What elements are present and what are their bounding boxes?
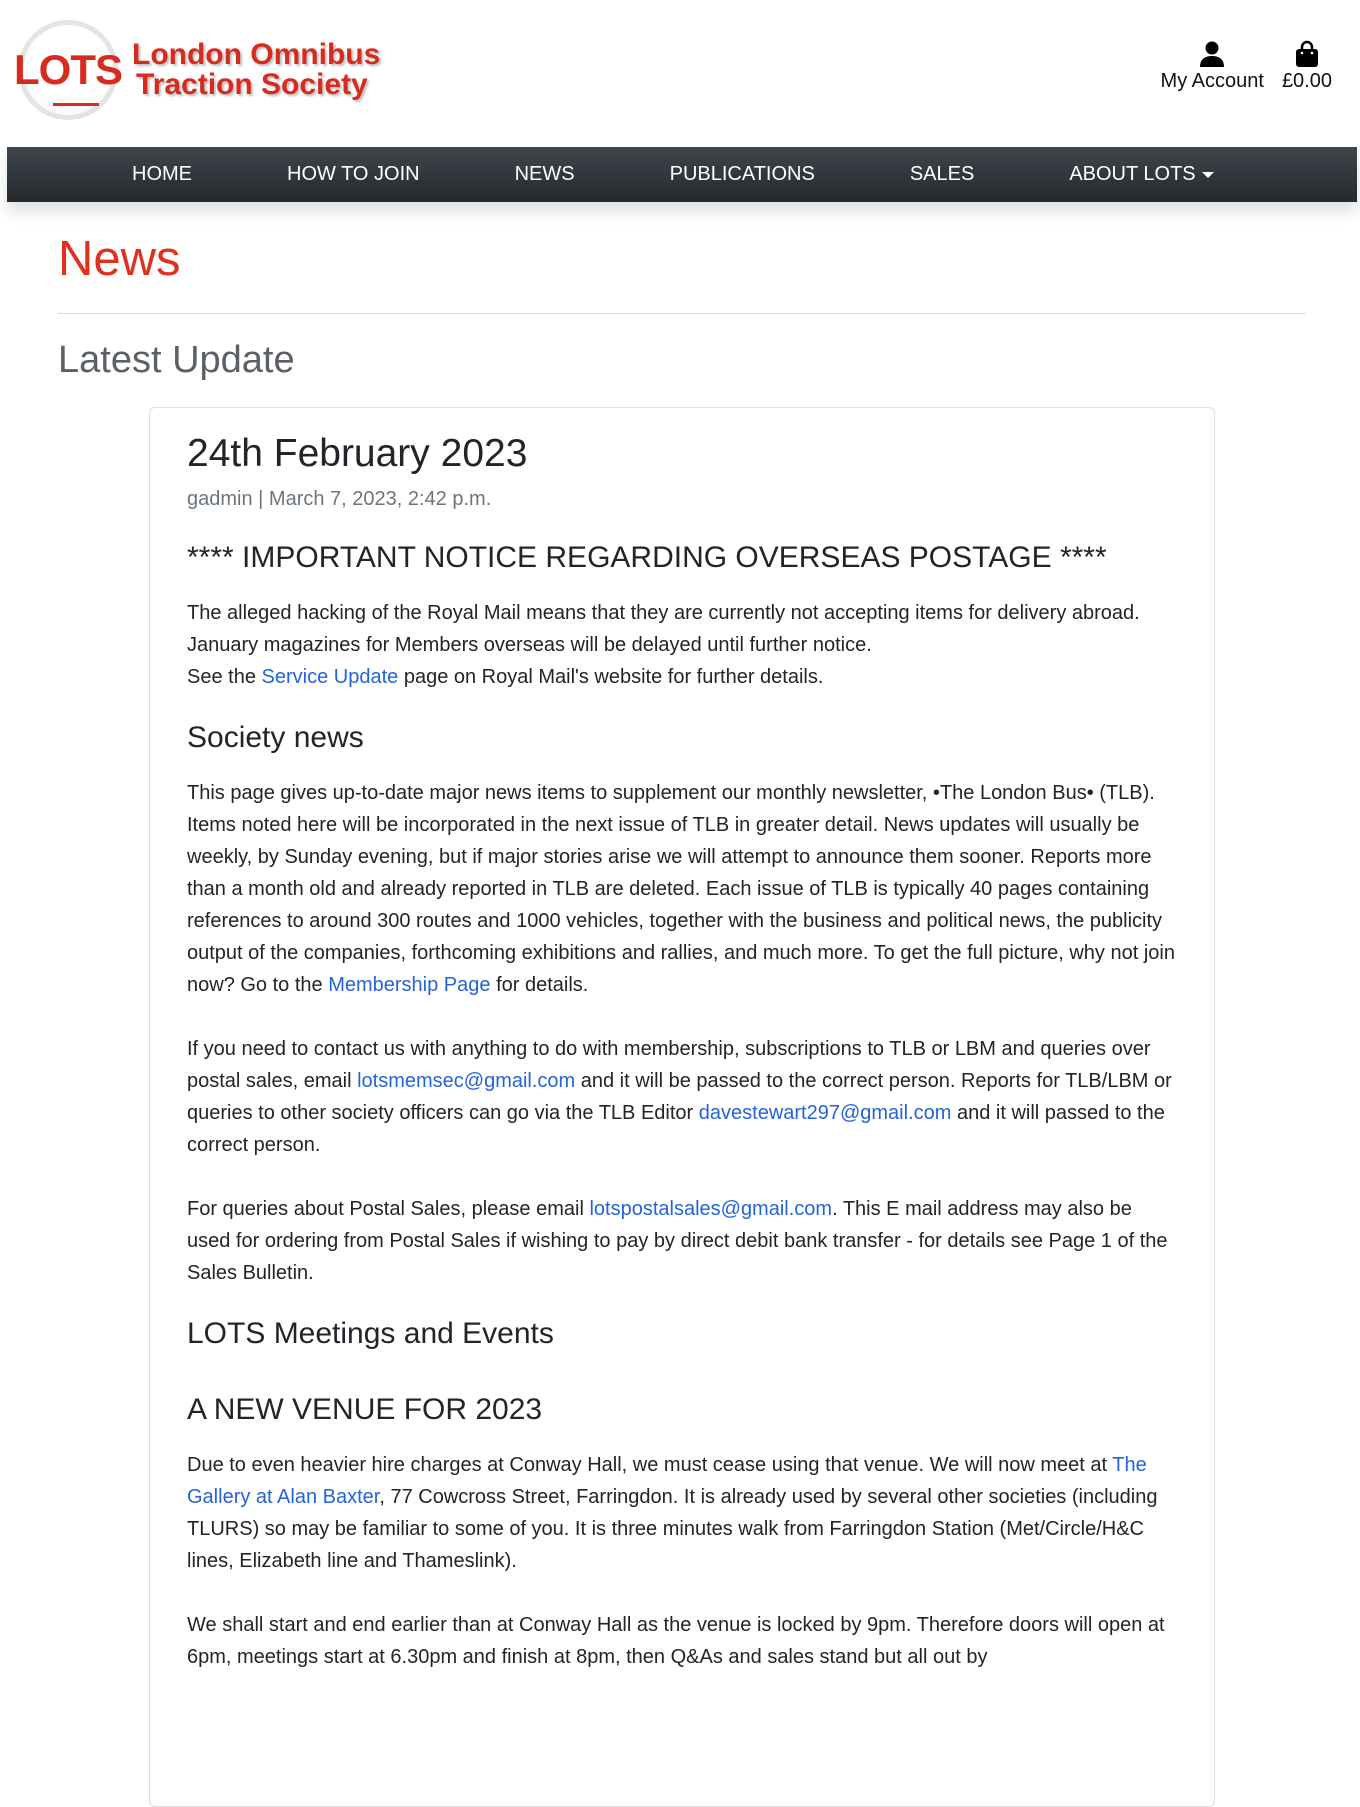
- user-icon: [1200, 41, 1225, 67]
- logo-badge: LOTS: [14, 20, 123, 120]
- notice-see-text: See the: [187, 666, 262, 688]
- logo-badge-text: LOTS: [14, 46, 123, 93]
- cart-link[interactable]: £0.00: [1282, 40, 1332, 93]
- society-news-heading: Society news: [187, 721, 364, 754]
- notice-text: The alleged hacking of the Royal Mail me…: [187, 602, 1140, 656]
- nav-publications[interactable]: PUBLICATIONS: [670, 163, 815, 186]
- page-title: News: [58, 232, 181, 286]
- news-post-card: 24th February 2023 gadmin | March 7, 202…: [149, 407, 1215, 1807]
- caret-down-icon: [1201, 171, 1214, 178]
- title-divider: [58, 313, 1306, 314]
- nav-how-to-join[interactable]: HOW TO JOIN: [287, 163, 420, 186]
- meetings-heading: LOTS Meetings and Events: [187, 1317, 554, 1350]
- nav-news[interactable]: NEWS: [515, 163, 575, 186]
- site-header: LOTS London Omnibus Traction Society My …: [0, 0, 1360, 147]
- nav-about-lots[interactable]: ABOUT LOTS: [1069, 163, 1214, 186]
- logo-line-1: London Omnibus: [132, 38, 381, 71]
- notice-heading: **** IMPORTANT NOTICE REGARDING OVERSEAS…: [187, 541, 1107, 574]
- membership-page-link[interactable]: Membership Page: [328, 974, 490, 996]
- header-actions: My Account £0.00: [1161, 40, 1332, 93]
- notice-paragraph: The alleged hacking of the Royal Mail me…: [187, 597, 1177, 693]
- contact-paragraph: If you need to contact us with anything …: [187, 1033, 1177, 1161]
- service-update-link[interactable]: Service Update: [262, 666, 399, 688]
- society-news-paragraph: This page gives up-to-date major news it…: [187, 777, 1177, 1001]
- nav-home[interactable]: HOME: [132, 163, 192, 186]
- venue-text: Due to even heavier hire charges at Conw…: [187, 1454, 1113, 1476]
- meeting-times-paragraph: We shall start and end earlier than at C…: [187, 1614, 1165, 1668]
- postal-sales-email-link[interactable]: lotspostalsales@gmail.com: [589, 1198, 832, 1220]
- society-news-tail: for details.: [490, 974, 589, 996]
- editor-email-link[interactable]: davestewart297@gmail.com: [699, 1102, 952, 1124]
- society-news-text: This page gives up-to-date major news it…: [187, 782, 1175, 996]
- logo-line-2: Traction Society: [136, 68, 368, 101]
- postal-sales-paragraph: For queries about Postal Sales, please e…: [187, 1193, 1177, 1289]
- logo-rule: [53, 103, 99, 106]
- main-content: News Latest Update 24th February 2023 ga…: [58, 202, 1306, 1807]
- shopping-bag-icon: [1295, 40, 1318, 67]
- post-meta: gadmin | March 7, 2023, 2:42 p.m.: [187, 488, 492, 510]
- nav-sales[interactable]: SALES: [910, 163, 974, 186]
- venue-paragraph: Due to even heavier hire charges at Conw…: [187, 1449, 1177, 1577]
- site-logo[interactable]: LOTS London Omnibus Traction Society: [14, 20, 380, 120]
- notice-see-tail: page on Royal Mail's website for further…: [398, 666, 824, 688]
- my-account-label: My Account: [1160, 70, 1264, 92]
- venue-heading: A NEW VENUE FOR 2023: [187, 1393, 543, 1426]
- post-title: 24th February 2023: [187, 432, 528, 475]
- cart-total: £0.00: [1281, 70, 1332, 92]
- my-account-link[interactable]: My Account: [1161, 40, 1264, 93]
- nav-about-lots-label: ABOUT LOTS: [1069, 163, 1196, 185]
- section-title: Latest Update: [58, 339, 295, 381]
- membership-email-link[interactable]: lotsmemsec@gmail.com: [357, 1070, 575, 1092]
- postal-sales-text: For queries about Postal Sales, please e…: [187, 1198, 590, 1220]
- logo-wordmark: London Omnibus Traction Society: [132, 40, 380, 100]
- main-navbar: HOME HOW TO JOIN NEWS PUBLICATIONS SALES…: [7, 147, 1357, 202]
